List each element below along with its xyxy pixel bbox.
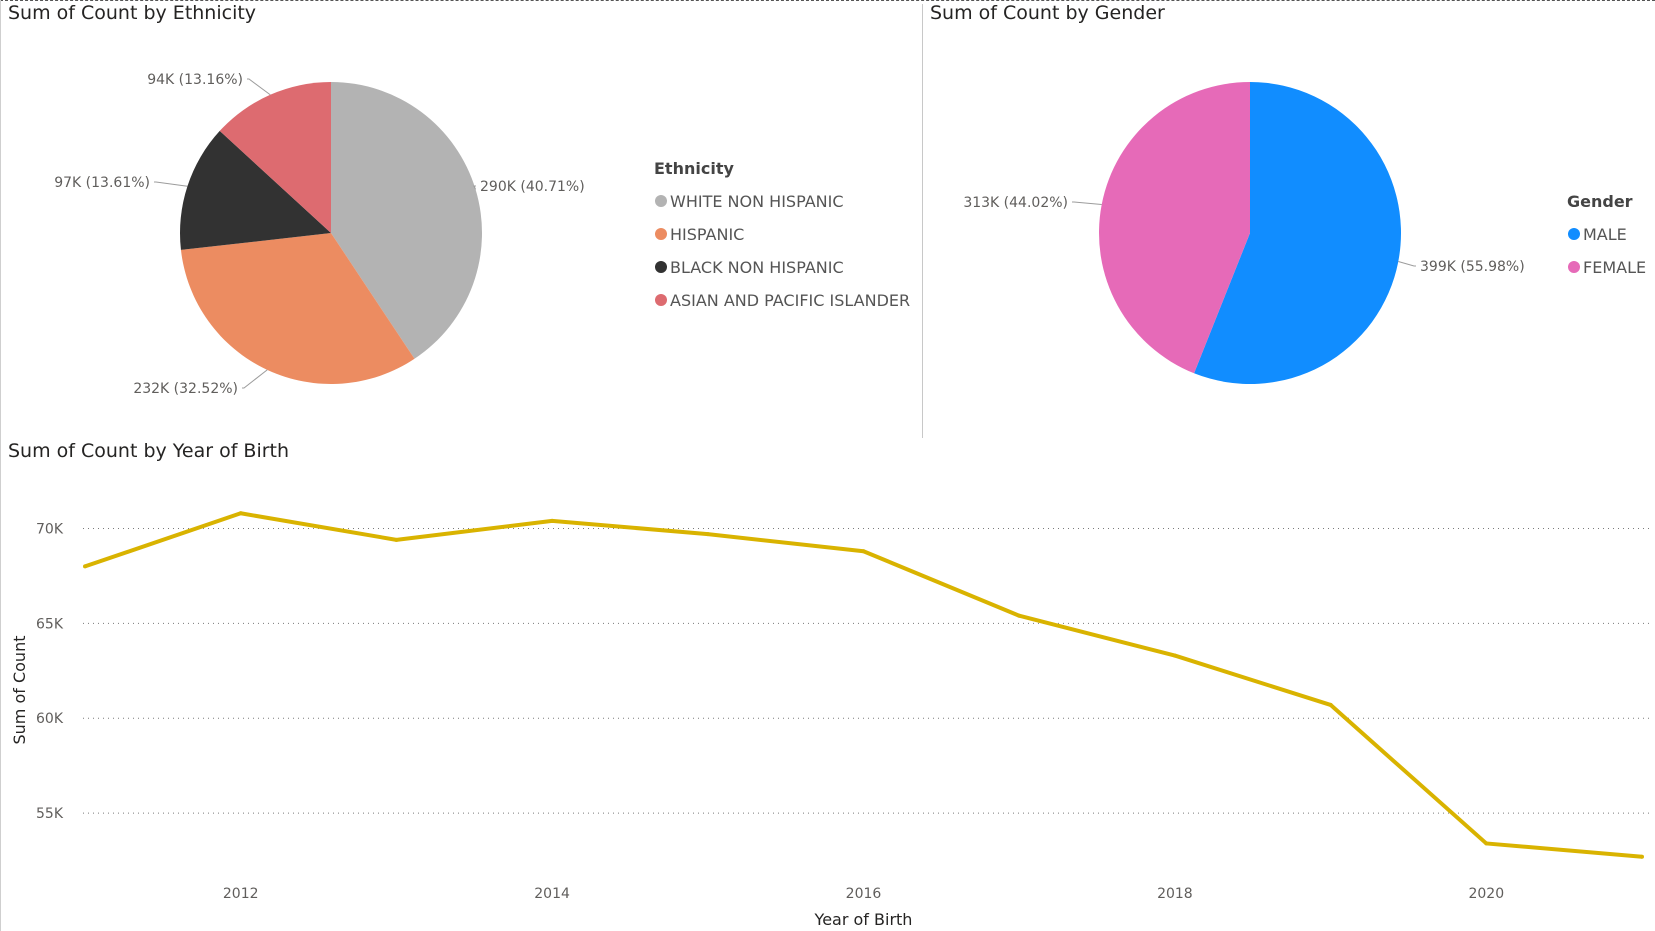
leader-line	[247, 78, 271, 96]
data-label: 232K (32.52%)	[133, 381, 238, 397]
legend-item-label: FEMALE	[1583, 258, 1646, 277]
legend-title: Gender	[1567, 192, 1633, 211]
data-point	[394, 537, 399, 542]
leader-line	[1072, 201, 1102, 206]
data-point	[238, 511, 243, 516]
ethnicity-legend[interactable]: Ethnicity WHITE NON HISPANIC HISPANIC BLACK…	[654, 159, 910, 310]
data-label: 290K (40.71%)	[480, 179, 585, 195]
x-axis-title: Year of Birth	[814, 910, 913, 929]
data-point	[550, 518, 555, 523]
x-tick-label: 2012	[223, 886, 259, 902]
leader-line	[154, 181, 188, 187]
year-line-chart[interactable]: 55K 60K 65K 70K 2012 2014 2016 2018 2020 Year of …	[10, 511, 1650, 929]
legend-marker	[1568, 261, 1580, 273]
gender-legend[interactable]: Gender MALE FEMALE	[1567, 192, 1646, 277]
dashboard-canvas: 290K (40.71%) 232K (32.52%) 97K (13.61%) 94…	[10, 72, 1650, 929]
data-point	[1017, 613, 1022, 618]
legend-item-label: BLACK NON HISPANIC	[670, 258, 844, 277]
data-label: 94K (13.16%)	[147, 72, 243, 88]
data-label: 399K (55.98%)	[1420, 259, 1525, 275]
data-point	[861, 549, 866, 554]
legend-marker	[655, 195, 667, 207]
data-label: 313K (44.02%)	[963, 195, 1068, 211]
y-tick-label: 65K	[36, 616, 64, 632]
leader-line	[1398, 260, 1416, 267]
data-label: 97K (13.61%)	[54, 175, 150, 191]
legend-marker	[655, 228, 667, 240]
legend-item-label: ASIAN AND PACIFIC ISLANDER	[670, 291, 910, 310]
data-point	[1640, 854, 1644, 859]
ethnicity-pie-chart[interactable]: 290K (40.71%) 232K (32.52%) 97K (13.61%) 94…	[54, 72, 584, 397]
y-tick-label: 70K	[36, 521, 64, 537]
legend-marker	[1568, 228, 1580, 240]
y-tick-label: 55K	[36, 806, 64, 822]
legend-title: Ethnicity	[654, 159, 734, 178]
data-point	[1328, 702, 1333, 707]
leader-line	[242, 369, 268, 389]
x-tick-label: 2014	[534, 886, 570, 902]
data-point	[705, 532, 710, 537]
legend-item-label: WHITE NON HISPANIC	[670, 192, 844, 211]
x-tick-label: 2018	[1157, 886, 1193, 902]
legend-marker	[655, 294, 667, 306]
series-line	[84, 511, 1643, 859]
legend-item-label: MALE	[1583, 225, 1627, 244]
y-tick-label: 60K	[36, 711, 64, 727]
y-axis-title: Sum of Count	[10, 636, 29, 745]
legend-item-label: HISPANIC	[670, 225, 744, 244]
data-point	[83, 564, 87, 569]
x-tick-label: 2016	[846, 886, 882, 902]
data-point	[1172, 653, 1177, 658]
gender-pie-chart[interactable]: 399K (55.98%) 313K (44.02%)	[963, 82, 1525, 385]
legend-marker	[655, 261, 667, 273]
data-point	[1484, 841, 1489, 846]
x-tick-label: 2020	[1468, 886, 1504, 902]
